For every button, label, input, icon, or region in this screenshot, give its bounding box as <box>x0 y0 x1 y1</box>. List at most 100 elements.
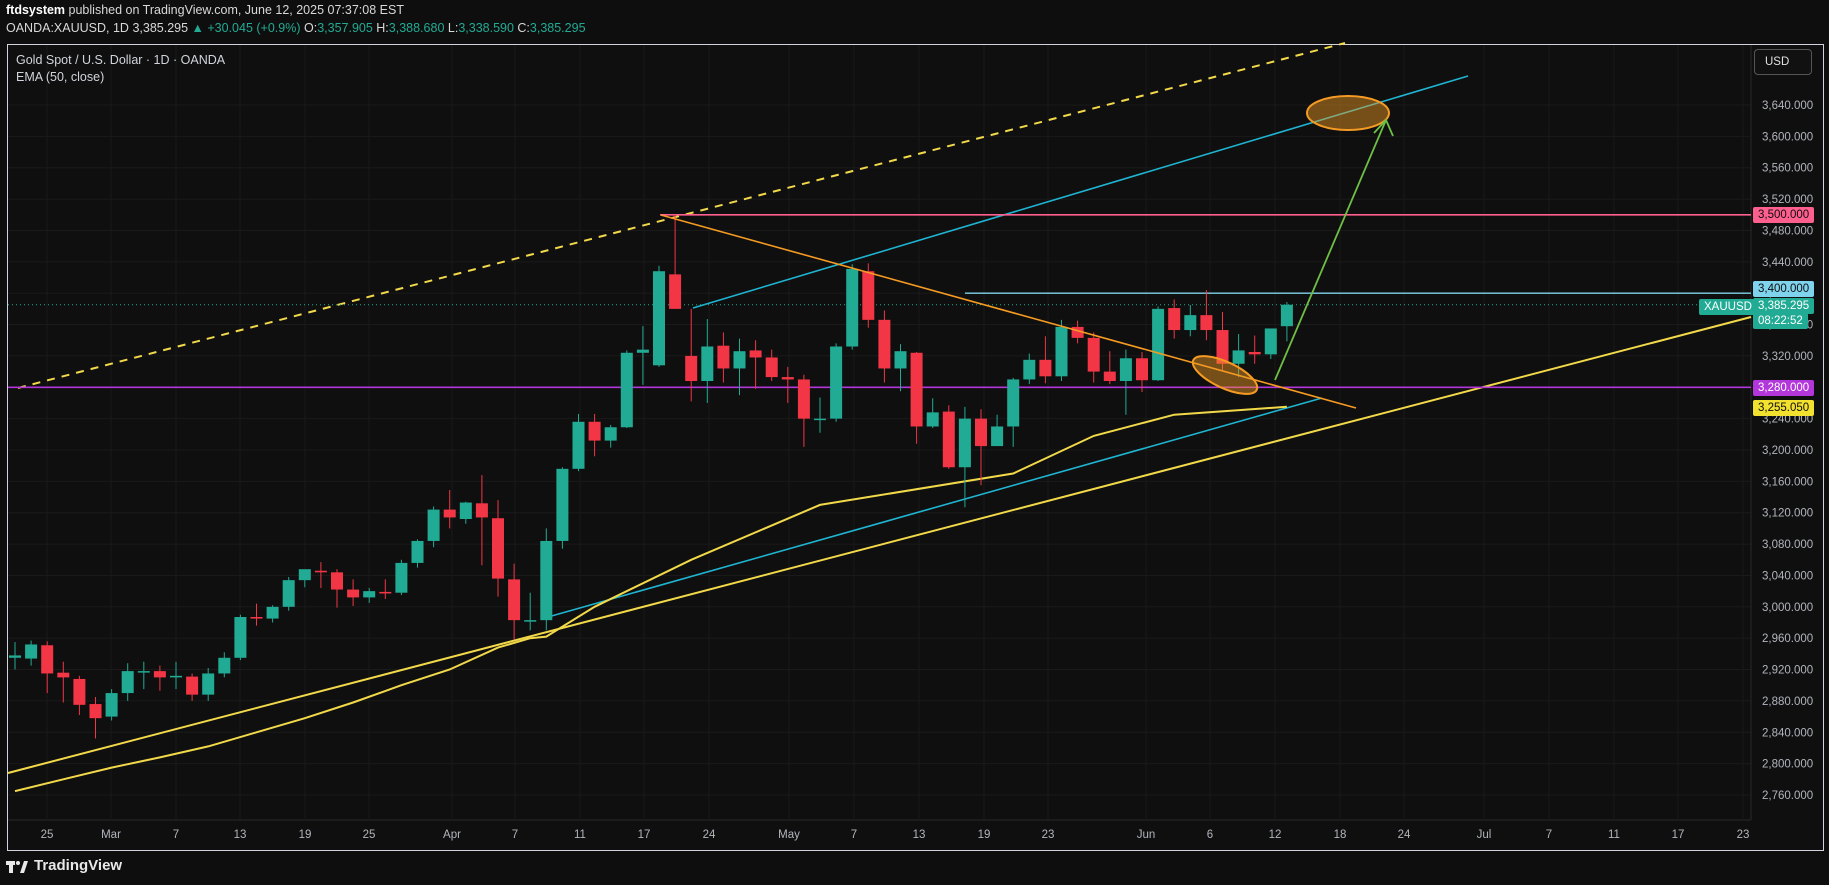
tradingview-branding[interactable]: TradingView <box>6 857 122 874</box>
price-tick-label: 2,880.000 <box>1762 696 1813 708</box>
price-tag-last: 3,385.295 <box>1753 298 1815 314</box>
price-tick-label: 3,600.000 <box>1762 131 1813 143</box>
candle-body <box>733 351 746 369</box>
candle-body <box>926 412 939 427</box>
candle <box>1087 332 1100 383</box>
candle <box>942 405 955 469</box>
price-tick-label: 2,840.000 <box>1762 727 1813 739</box>
candle <box>73 675 86 716</box>
candle-body <box>1152 308 1165 381</box>
price-tick-label: 2,760.000 <box>1762 790 1813 802</box>
candle-body <box>1136 358 1148 381</box>
candle <box>701 319 714 403</box>
tradingview-label: TradingView <box>34 857 123 874</box>
time-tick-label: 7 <box>173 829 179 841</box>
candle-body <box>1248 351 1261 355</box>
candle-body <box>137 671 150 673</box>
rising-support-trendline <box>7 316 1752 774</box>
price-tick-label: 2,960.000 <box>1762 633 1813 645</box>
channel-lower-line <box>547 397 1323 618</box>
time-tick-label: 11 <box>1608 829 1620 841</box>
price-tick-label: 2,920.000 <box>1762 665 1813 677</box>
candle <box>1023 353 1036 385</box>
candle <box>572 413 585 472</box>
time-tick-label: 18 <box>1334 829 1347 841</box>
candle-body <box>9 655 21 658</box>
candle <box>347 579 360 607</box>
price-tick-label: 3,560.000 <box>1762 163 1813 175</box>
price-tag-3280: 3,280.000 <box>1753 380 1815 396</box>
candle-body <box>1023 359 1036 380</box>
time-tick-label: 17 <box>638 829 651 841</box>
candle-body <box>331 572 343 590</box>
candle-body <box>604 427 617 441</box>
candle-body <box>781 377 794 380</box>
candle-body <box>942 411 955 468</box>
candle-body <box>1119 358 1132 381</box>
time-tick-label: Jul <box>1477 829 1492 841</box>
price-tick-label: 3,120.000 <box>1762 508 1813 520</box>
candle <box>41 641 54 694</box>
candle <box>427 506 440 548</box>
candle-body <box>41 645 54 674</box>
currency-button[interactable]: USD <box>1754 49 1812 75</box>
candle <box>395 559 408 596</box>
price-tick-label: 3,320.000 <box>1762 351 1813 363</box>
candle <box>186 673 199 701</box>
candle-body <box>717 345 730 369</box>
time-tick-label: 11 <box>574 829 586 841</box>
candle-body <box>1280 304 1293 327</box>
candle <box>105 689 118 721</box>
candle <box>717 332 730 383</box>
price-tick-label: 3,440.000 <box>1762 257 1813 269</box>
candle-body <box>347 589 360 598</box>
time-tick-label: 23 <box>1737 829 1750 841</box>
ema-indicator-label[interactable]: EMA (50, close) <box>16 69 225 86</box>
candle-body <box>379 591 392 594</box>
candle-body <box>89 704 102 719</box>
candle-body <box>1087 337 1100 372</box>
time-tick-label: 25 <box>363 829 376 841</box>
candle <box>218 652 231 678</box>
time-tick-label: 24 <box>703 829 716 841</box>
candle-body <box>298 569 311 581</box>
candle-body <box>314 570 327 573</box>
candle-body <box>1264 328 1277 355</box>
time-axis: 25 Mar 7 13 19 25 Apr 7 11 17 24 May 7 13 19 23 Jun 6 12 18… <box>41 829 1750 841</box>
candle-body <box>363 591 376 598</box>
candle-body <box>878 319 891 369</box>
time-tick-label: 24 <box>1398 829 1411 841</box>
time-tick-label: 7 <box>512 829 518 841</box>
target-highlight-ellipse <box>1306 95 1390 131</box>
time-tick-label: 7 <box>1546 829 1552 841</box>
symbol-tag: XAUUSD <box>1699 299 1757 315</box>
candle-body <box>105 693 118 717</box>
candle <box>765 349 778 381</box>
candle <box>814 397 826 433</box>
candle-body <box>266 606 279 619</box>
candle-body <box>588 421 601 441</box>
price-tick-label: 3,480.000 <box>1762 225 1813 237</box>
time-tick-label: 12 <box>1269 829 1282 841</box>
candle-body <box>669 274 682 309</box>
candle <box>910 351 923 444</box>
candle-body <box>894 351 907 369</box>
candle <box>781 366 794 403</box>
candle <box>620 350 633 429</box>
price-chart[interactable]: 2,760.000 2,800.000 2,840.000 2,880.000 2,92… <box>0 0 1829 885</box>
candle-body <box>653 271 665 366</box>
candle <box>137 661 150 690</box>
price-tag-3500: 3,500.000 <box>1753 207 1815 223</box>
candle-body <box>797 379 810 419</box>
candle <box>556 467 569 549</box>
candle-body <box>427 509 440 541</box>
price-tick-label: 3,200.000 <box>1762 445 1813 457</box>
symbol-title[interactable]: Gold Spot / U.S. Dollar · 1D · OANDA <box>16 52 225 69</box>
candle-body <box>1055 326 1068 377</box>
candle <box>1200 290 1213 341</box>
candle-body <box>411 540 424 563</box>
candle <box>958 406 971 508</box>
price-tick-label: 3,040.000 <box>1762 570 1813 582</box>
ema-50-line <box>14 405 1287 793</box>
candle <box>379 579 392 599</box>
